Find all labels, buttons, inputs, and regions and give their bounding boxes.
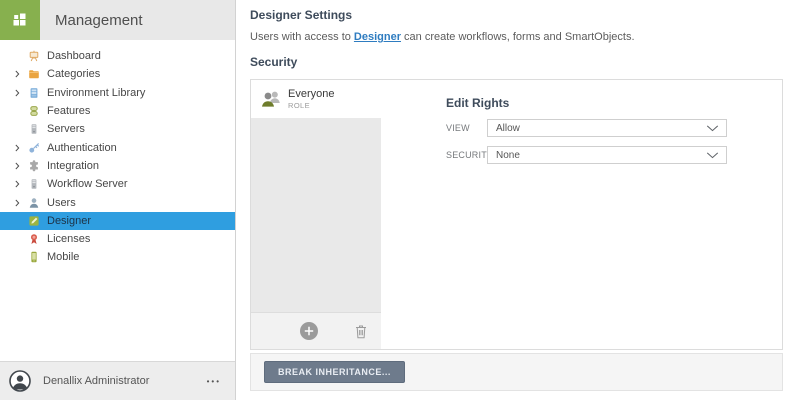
dashboard-icon xyxy=(28,50,40,62)
sidebar-item-features[interactable]: Features xyxy=(0,102,235,120)
user-footer: Denallix Administrator ••• xyxy=(0,361,235,400)
k2-waffle-icon[interactable] xyxy=(0,0,40,40)
server-icon xyxy=(28,178,40,190)
chevron-right-icon[interactable] xyxy=(15,162,22,170)
view-dropdown[interactable]: Allow xyxy=(487,119,727,137)
description-prefix: Users with access to xyxy=(250,31,354,43)
sidebar-item-users[interactable]: Users xyxy=(0,193,235,211)
sidebar-item-servers[interactable]: Servers xyxy=(0,120,235,138)
sidebar-item-categories[interactable]: Categories xyxy=(0,65,235,83)
page-title: Designer Settings xyxy=(250,8,352,22)
designer-pencil-icon xyxy=(28,215,40,227)
edit-rights-title: Edit Rights xyxy=(446,96,509,110)
puzzle-icon xyxy=(28,160,40,172)
server-icon xyxy=(28,123,40,135)
main-content: Designer Settings Users with access to D… xyxy=(236,0,800,400)
role-name: Everyone xyxy=(288,88,334,100)
sidebar-item-label: Licenses xyxy=(47,233,90,245)
sidebar-item-dashboard[interactable]: Dashboard xyxy=(0,47,235,65)
library-icon xyxy=(28,87,40,99)
chevron-right-icon[interactable] xyxy=(15,199,22,207)
sidebar-item-environment-library[interactable]: Environment Library xyxy=(0,84,235,102)
sidebar-header: Management xyxy=(0,0,235,40)
add-role-button[interactable] xyxy=(300,322,318,340)
role-list: Everyone ROLE xyxy=(251,80,381,349)
management-console: Management Dashboard Categories Environm… xyxy=(0,0,800,400)
security-section-title: Security xyxy=(250,55,297,69)
sidebar: Management Dashboard Categories Environm… xyxy=(0,0,236,400)
chevron-down-icon xyxy=(706,152,719,159)
license-ribbon-icon xyxy=(28,233,40,245)
sidebar-item-label: Authentication xyxy=(47,142,117,154)
sidebar-item-workflow-server[interactable]: Workflow Server xyxy=(0,175,235,193)
role-type-badge: ROLE xyxy=(288,101,334,110)
break-inheritance-button[interactable]: BREAK INHERITANCE... xyxy=(264,361,405,383)
user-icon xyxy=(28,197,40,209)
sidebar-item-label: Servers xyxy=(47,123,85,135)
sidebar-item-label: Categories xyxy=(47,68,100,80)
designer-description: Users with access to Designer can create… xyxy=(250,31,635,43)
description-suffix: can create workflows, forms and SmartObj… xyxy=(401,31,635,43)
sidebar-item-designer[interactable]: Designer xyxy=(0,212,235,230)
sidebar-nav: Dashboard Categories Environment Library… xyxy=(0,40,235,267)
folder-icon xyxy=(28,68,40,80)
chevron-right-icon[interactable] xyxy=(15,89,22,97)
edit-rights-section: Edit Rights VIEW Allow SECURITY None xyxy=(446,80,768,349)
sidebar-item-authentication[interactable]: Authentication xyxy=(0,138,235,156)
user-name: Denallix Administrator xyxy=(43,375,207,387)
role-item-everyone[interactable]: Everyone ROLE xyxy=(251,80,381,118)
view-field-row: VIEW Allow xyxy=(446,119,768,137)
sidebar-item-label: Environment Library xyxy=(47,87,145,99)
chevron-right-icon[interactable] xyxy=(15,144,22,152)
sidebar-item-licenses[interactable]: Licenses xyxy=(0,230,235,248)
security-panel: Everyone ROLE xyxy=(250,79,783,350)
security-dropdown[interactable]: None xyxy=(487,146,727,164)
user-avatar-icon xyxy=(9,370,31,392)
sidebar-item-integration[interactable]: Integration xyxy=(0,157,235,175)
sidebar-item-label: Mobile xyxy=(47,251,79,263)
view-dropdown-value: Allow xyxy=(496,123,706,134)
inheritance-footer-bar: BREAK INHERITANCE... xyxy=(250,353,783,391)
features-icon xyxy=(28,105,40,117)
sidebar-item-label: Users xyxy=(47,197,76,209)
sidebar-item-label: Dashboard xyxy=(47,50,101,62)
sidebar-item-label: Integration xyxy=(47,160,99,172)
group-icon xyxy=(259,89,283,109)
security-dropdown-value: None xyxy=(496,150,706,161)
security-field-row: SECURITY None xyxy=(446,146,768,164)
sidebar-item-mobile[interactable]: Mobile xyxy=(0,248,235,266)
chevron-right-icon[interactable] xyxy=(15,70,22,78)
view-label: VIEW xyxy=(446,123,487,133)
chevron-right-icon[interactable] xyxy=(15,180,22,188)
chevron-down-icon xyxy=(706,125,719,132)
app-title: Management xyxy=(55,12,143,29)
security-label: SECURITY xyxy=(446,150,487,160)
sidebar-item-label: Designer xyxy=(47,215,91,227)
sidebar-item-label: Features xyxy=(47,105,90,117)
sidebar-item-label: Workflow Server xyxy=(47,178,127,190)
key-icon xyxy=(28,142,40,154)
delete-role-button[interactable] xyxy=(354,324,368,339)
designer-link[interactable]: Designer xyxy=(354,31,401,43)
role-list-toolbar xyxy=(251,312,381,349)
mobile-phone-icon xyxy=(28,251,40,263)
user-menu-ellipsis-icon[interactable]: ••• xyxy=(207,377,221,386)
